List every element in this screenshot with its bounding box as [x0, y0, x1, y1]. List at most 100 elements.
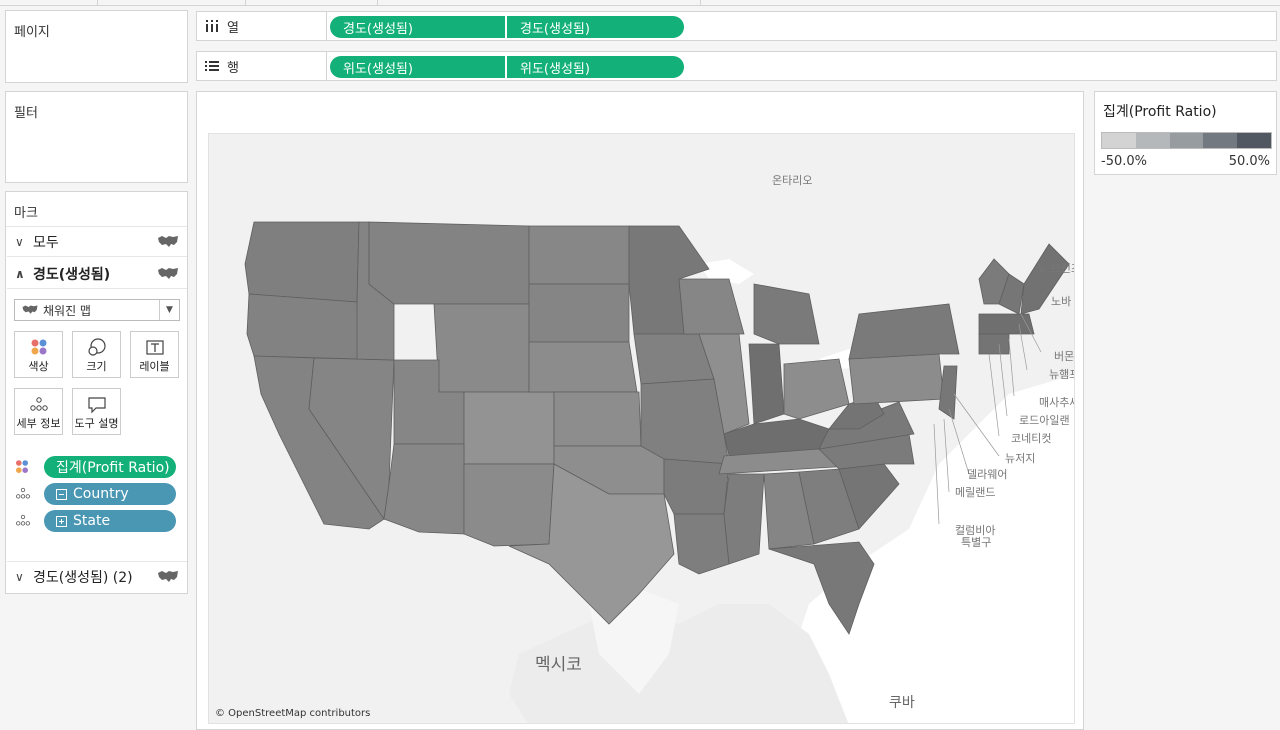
label-massachusetts: 매사추세: [1039, 396, 1075, 409]
divider: [700, 0, 701, 6]
marks-tab-all[interactable]: ∨ 모두: [7, 227, 187, 257]
label-new-hampshire: 뉴햄프: [1049, 368, 1075, 381]
field-profit-ratio[interactable]: 집계(Profit Ratio): [14, 456, 176, 478]
legend-title: 집계(Profit Ratio): [1103, 104, 1217, 120]
worksheet-view: 온타리오 멕시코 쿠바 뉴 브런즈윅 노바 버몬 뉴햄프 매사추세 로드아일랜 …: [196, 91, 1084, 730]
columns-shelf-label: 열: [197, 12, 327, 40]
legend-step: [1169, 133, 1204, 148]
country-pill[interactable]: Country: [44, 483, 176, 505]
detail-button-label: 세부 정보: [16, 417, 61, 430]
state-missouri[interactable]: [640, 378, 730, 465]
label-nova-scotia: 노바: [1051, 295, 1071, 308]
state-mississippi[interactable]: [723, 473, 765, 565]
color-legend[interactable]: 집계(Profit Ratio) -50.0% 50.0%: [1094, 91, 1277, 175]
state-nebraska[interactable]: [528, 341, 638, 393]
state-kansas[interactable]: [553, 391, 642, 447]
state-washington[interactable]: [244, 221, 360, 303]
divider: [97, 0, 98, 6]
map-icon: [22, 305, 38, 314]
columns-pill-2[interactable]: 경도(생성됨): [507, 16, 684, 38]
legend-max-value: 50.0%: [1228, 154, 1270, 169]
pages-title: 페이지: [14, 25, 50, 40]
state-massachusetts[interactable]: [978, 313, 1035, 335]
filled-map[interactable]: 온타리오 멕시코 쿠바 뉴 브런즈윅 노바 버몬 뉴햄프 매사추세 로드아일랜 …: [208, 133, 1075, 724]
state-south-dakota[interactable]: [528, 283, 630, 343]
country-pill-label: Country: [73, 486, 129, 502]
color-button[interactable]: 색상: [14, 331, 63, 378]
label-button[interactable]: 레이블: [130, 331, 179, 378]
label-rhode-island: 로드아일랜: [1019, 413, 1070, 427]
marks-tab-label: 경도(생성됨) (2): [33, 569, 133, 586]
label-new-jersey: 뉴저지: [1005, 452, 1035, 465]
chevron-up-icon: ∧: [15, 266, 25, 281]
field-country[interactable]: Country: [14, 483, 176, 505]
state-new-mexico[interactable]: [463, 463, 555, 547]
field-state[interactable]: State: [14, 510, 176, 532]
map-canvas[interactable]: 온타리오 멕시코 쿠바 뉴 브런즈윅 노바 버몬 뉴햄프 매사추세 로드아일랜 …: [209, 134, 1075, 724]
color-dots-icon: [31, 339, 47, 355]
state-pill-label: State: [73, 513, 111, 529]
filters-title: 필터: [14, 106, 38, 121]
pages-shelf[interactable]: 페이지: [5, 10, 188, 83]
profit-ratio-pill[interactable]: 집계(Profit Ratio): [44, 456, 176, 478]
marks-card: 마크 ∨ 모두 ∧ 경도(생성됨) 채워진 맵 ▼ 색상 크기 레이블 세부 정…: [5, 191, 188, 594]
size-button-label: 크기: [86, 360, 107, 373]
detail-dots-icon: [30, 397, 48, 411]
divider: [377, 0, 378, 6]
rows-label-text: 행: [227, 60, 239, 76]
rows-icon: [205, 61, 219, 71]
collapse-icon[interactable]: [56, 488, 67, 500]
label-vermont: 버몬: [1054, 350, 1074, 363]
expand-icon[interactable]: [56, 515, 67, 527]
label-dc-2: 특별구: [961, 536, 991, 549]
divider: [245, 0, 246, 6]
rows-pill-1[interactable]: 위도(생성됨): [330, 56, 505, 78]
marks-tab-label: 모두: [33, 234, 59, 251]
legend-step: [1203, 133, 1238, 148]
text-label-icon: [146, 340, 164, 355]
state-north-dakota[interactable]: [528, 225, 630, 285]
map-icon: [158, 236, 178, 247]
color-dots-icon: [14, 459, 44, 475]
rows-shelf[interactable]: 행 위도(생성됨) 위도(생성됨): [196, 51, 1277, 81]
map-icon: [158, 268, 178, 279]
filters-shelf[interactable]: 필터: [5, 91, 188, 183]
rows-shelf-label: 행: [197, 52, 327, 80]
mark-type-dropdown[interactable]: 채워진 맵 ▼: [14, 299, 180, 321]
legend-min-value: -50.0%: [1101, 154, 1147, 169]
map-icon: [158, 571, 178, 582]
columns-label-text: 열: [227, 20, 239, 36]
columns-shelf[interactable]: 열 경도(생성됨) 경도(생성됨): [196, 11, 1277, 41]
chevron-down-icon: ∨: [15, 569, 24, 584]
size-button[interactable]: 크기: [72, 331, 121, 378]
state-montana[interactable]: [368, 221, 530, 305]
state-connecticut[interactable]: [978, 333, 1010, 355]
rows-pill-2[interactable]: 위도(생성됨): [507, 56, 684, 78]
state-pill[interactable]: State: [44, 510, 176, 532]
state-louisiana[interactable]: [673, 513, 730, 575]
map-attribution[interactable]: © OpenStreetMap contributors: [215, 708, 370, 719]
legend-step: [1135, 133, 1170, 148]
label-connecticut: 코네티컷: [1011, 432, 1051, 445]
columns-icon: [206, 20, 218, 32]
state-colorado[interactable]: [463, 391, 555, 465]
columns-pill-1[interactable]: 경도(생성됨): [330, 16, 505, 38]
tooltip-button[interactable]: 도구 설명: [72, 388, 121, 435]
tooltip-button-label: 도구 설명: [74, 417, 119, 430]
state-arizona[interactable]: [383, 443, 465, 535]
legend-color-ramp: [1101, 132, 1272, 149]
label-delaware: 델라웨어: [967, 468, 1007, 481]
state-pennsylvania[interactable]: [848, 353, 945, 405]
marks-tab-longitude-2[interactable]: ∨ 경도(생성됨) (2): [7, 561, 187, 591]
state-indiana[interactable]: [748, 343, 785, 425]
marks-tab-longitude[interactable]: ∧ 경도(생성됨): [7, 259, 187, 289]
label-ontario: 온타리오: [772, 174, 812, 187]
chevron-down-icon[interactable]: ▼: [159, 300, 179, 320]
state-arkansas[interactable]: [663, 458, 730, 515]
legend-step: [1237, 133, 1271, 148]
state-oregon[interactable]: [246, 293, 360, 360]
detail-button[interactable]: 세부 정보: [14, 388, 63, 435]
size-circles-icon: [88, 338, 106, 356]
label-mexico: 멕시코: [535, 655, 582, 675]
state-wyoming[interactable]: [433, 303, 530, 393]
